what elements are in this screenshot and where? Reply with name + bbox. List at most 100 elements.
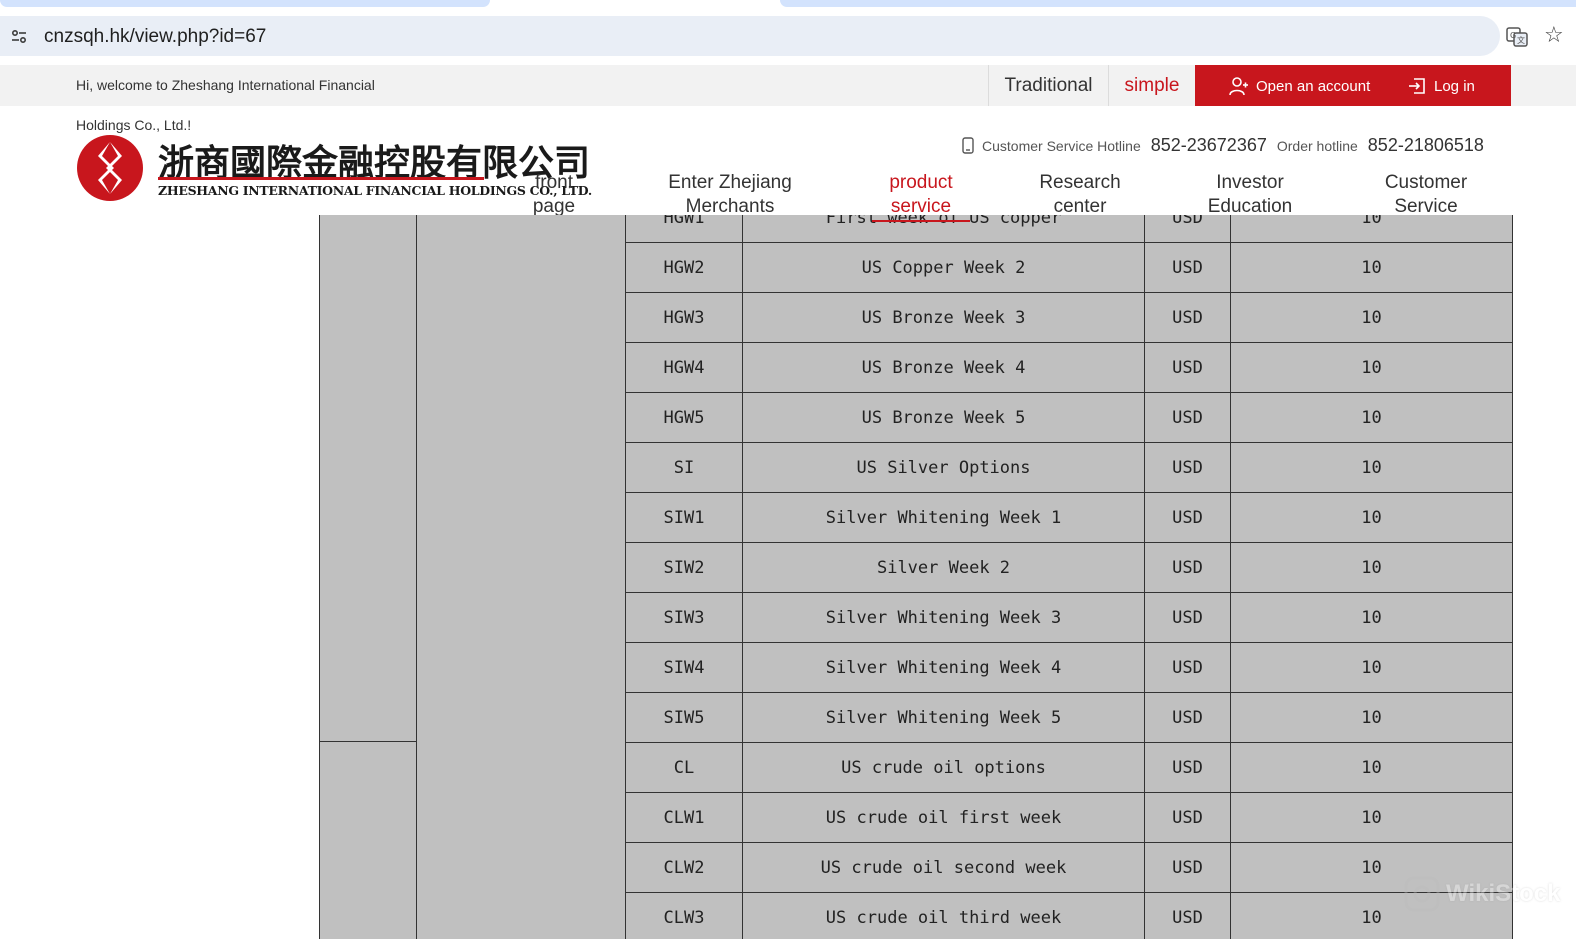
address-bar[interactable]: cnzsqh.hk/view.php?id=67 <box>0 16 1500 56</box>
table-row: CLW2 US crude oil second week USD 10 <box>625 842 1513 893</box>
site-info-icon[interactable] <box>8 25 30 47</box>
browser-tab[interactable] <box>780 0 1576 7</box>
nav-investor-education[interactable]: Investor Education <box>1200 171 1300 219</box>
currency-cell: USD <box>1144 442 1231 493</box>
welcome-text: Hi, welcome to Zheshang International Fi… <box>76 77 375 93</box>
contract-name-cell: Silver Whitening Week 3 <box>742 592 1145 643</box>
login-label: Log in <box>1434 77 1475 95</box>
value-cell: 10 <box>1230 442 1513 493</box>
phone-icon <box>962 137 974 154</box>
table-row: HGW3 US Bronze Week 3 USD 10 <box>625 292 1513 343</box>
welcome-text-continued: Holdings Co., Ltd.! <box>76 117 192 133</box>
contract-code-cell: SIW2 <box>625 542 743 593</box>
contract-code-cell: CLW1 <box>625 792 743 843</box>
url-text[interactable]: cnzsqh.hk/view.php?id=67 <box>44 26 266 48</box>
browser-tab[interactable] <box>0 0 490 7</box>
logo-emblem <box>77 135 143 201</box>
table-row: HGW2 US Copper Week 2 USD 10 <box>625 242 1513 293</box>
nav-label: Customer <box>1384 172 1468 193</box>
login-button[interactable]: Log in <box>1407 75 1475 97</box>
browser-tabstrip <box>0 0 1576 8</box>
table-row: CLW1 US crude oil first week USD 10 <box>625 792 1513 843</box>
order-hotline-label: Order hotline <box>1276 138 1358 154</box>
value-cell: 10 <box>1230 742 1513 793</box>
service-hotline-number: 852-23672367 <box>1150 135 1267 155</box>
contract-code-cell: SIW3 <box>625 592 743 643</box>
contract-name-cell: Silver Whitening Week 5 <box>742 692 1145 743</box>
value-cell: 10 <box>1230 642 1513 693</box>
currency-cell: USD <box>1144 392 1231 443</box>
value-cell: 10 <box>1230 215 1513 243</box>
currency-cell: USD <box>1144 842 1231 893</box>
watermark-logo-icon <box>1404 876 1440 912</box>
contract-code-cell: HGW1 <box>625 215 743 243</box>
watermark: WikiStock <box>1404 876 1560 912</box>
contract-name-cell: US Silver Options <box>742 442 1145 493</box>
table-row: SIW1 Silver Whitening Week 1 USD 10 <box>625 492 1513 543</box>
contract-name-cell: Silver Whitening Week 4 <box>742 642 1145 693</box>
value-cell: 10 <box>1230 692 1513 743</box>
value-cell: 10 <box>1230 292 1513 343</box>
nav-front-page[interactable]: front page <box>514 171 594 219</box>
contract-table: HGW1 First week of US copper USD 10 HGW2 US C… <box>625 215 1513 939</box>
nav-label: front <box>534 172 574 193</box>
contract-code-cell: HGW4 <box>625 342 743 393</box>
nav-label: product <box>889 172 953 193</box>
value-cell: 10 <box>1230 342 1513 393</box>
service-hotline-label: Customer Service Hotline <box>982 138 1141 154</box>
table-row: SI US Silver Options USD 10 <box>625 442 1513 493</box>
table-row: CL US crude oil options USD 10 <box>625 742 1513 793</box>
currency-cell: USD <box>1144 342 1231 393</box>
contract-name-cell: US Copper Week 2 <box>742 242 1145 293</box>
nav-product-service[interactable]: product service <box>870 171 972 219</box>
currency-cell: USD <box>1144 892 1231 939</box>
currency-cell: USD <box>1144 292 1231 343</box>
value-cell: 10 <box>1230 592 1513 643</box>
table-category-column <box>319 215 417 939</box>
nav-enter-zhejiang-merchants[interactable]: Enter Zhejiang Merchants <box>654 171 806 219</box>
contract-name-cell: US crude oil options <box>742 742 1145 793</box>
table-row: SIW5 Silver Whitening Week 5 USD 10 <box>625 692 1513 743</box>
currency-cell: USD <box>1144 642 1231 693</box>
value-cell: 10 <box>1230 392 1513 443</box>
product-table-area: HGW1 First week of US copper USD 10 HGW2 US C… <box>0 215 1576 939</box>
value-cell: 10 <box>1230 792 1513 843</box>
table-row: HGW5 US Bronze Week 5 USD 10 <box>625 392 1513 443</box>
table-row: SIW3 Silver Whitening Week 3 USD 10 <box>625 592 1513 643</box>
table-row: SIW2 Silver Week 2 USD 10 <box>625 542 1513 593</box>
currency-cell: USD <box>1144 542 1231 593</box>
contract-code-cell: CLW3 <box>625 892 743 939</box>
contract-code-cell: SI <box>625 442 743 493</box>
table-divider <box>319 741 417 742</box>
contract-name-cell: US Bronze Week 4 <box>742 342 1145 393</box>
account-actions: Open an account Log in <box>1195 65 1511 107</box>
nav-customer-service[interactable]: Customer Service <box>1374 171 1478 219</box>
open-account-button[interactable]: Open an account <box>1229 75 1370 97</box>
language-traditional-link[interactable]: Traditional <box>988 65 1108 106</box>
currency-cell: USD <box>1144 792 1231 843</box>
open-account-label: Open an account <box>1256 77 1371 95</box>
translate-icon[interactable]: G 文 <box>1506 26 1528 48</box>
table-subcategory-column <box>417 215 626 939</box>
contract-name-cell: US crude oil third week <box>742 892 1145 939</box>
order-hotline-number: 852-21806518 <box>1367 135 1484 155</box>
currency-cell: USD <box>1144 592 1231 643</box>
svg-text:文: 文 <box>1517 35 1525 45</box>
bookmark-star-icon[interactable]: ☆ <box>1544 24 1564 46</box>
active-nav-underline <box>872 220 970 222</box>
contract-code-cell: CLW2 <box>625 842 743 893</box>
contract-code-cell: HGW2 <box>625 242 743 293</box>
currency-cell: USD <box>1144 215 1231 243</box>
login-icon <box>1409 78 1425 94</box>
language-simple-link[interactable]: simple <box>1108 65 1195 106</box>
table-row: CLW3 US crude oil third week USD 10 <box>625 892 1513 939</box>
contract-name-cell: US Bronze Week 5 <box>742 392 1145 443</box>
contract-code-cell: SIW1 <box>625 492 743 543</box>
nav-label: Investor <box>1216 172 1284 193</box>
currency-cell: USD <box>1144 742 1231 793</box>
nav-research-center[interactable]: Research center <box>1030 171 1130 219</box>
hotline-info: Customer Service Hotline 852-23672367 Or… <box>962 134 1494 158</box>
nav-label: Research <box>1039 172 1121 193</box>
contract-name-cell: US crude oil first week <box>742 792 1145 843</box>
value-cell: 10 <box>1230 492 1513 543</box>
